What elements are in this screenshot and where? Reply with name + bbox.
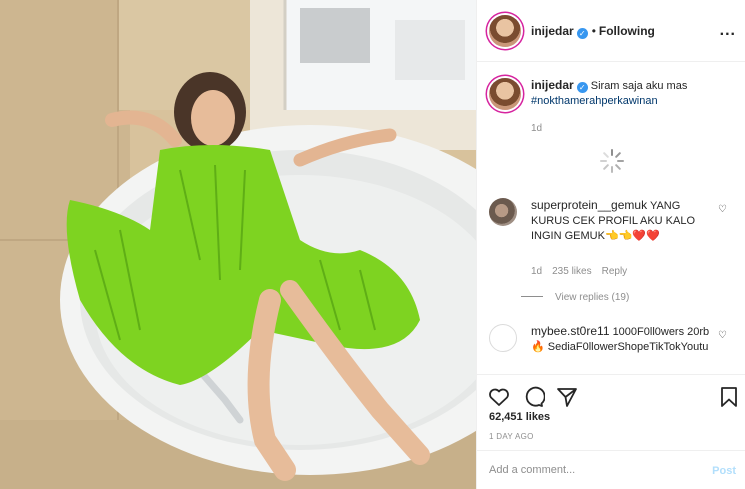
author-avatar[interactable]	[489, 15, 521, 47]
comment-item: superprotein__gemuk YANG KURUS CEK PROFI…	[487, 196, 727, 308]
commenter-avatar[interactable]	[489, 198, 517, 226]
likes-count[interactable]: 62,451 likes	[489, 411, 550, 423]
post-header: inijedar ✓ • Following ...	[477, 0, 745, 62]
comment-age: 1d	[531, 266, 543, 277]
comment-meta: 1d 235 likes Reply	[531, 266, 637, 277]
comment-like-heart-icon[interactable]: ♡	[718, 204, 727, 215]
caption-text-block: inijedar ✓ Siram saja aku mas #nokthamera…	[531, 78, 721, 109]
author-line: inijedar ✓ • Following	[531, 24, 655, 39]
separator-dot: •	[591, 24, 596, 38]
comments-list[interactable]: inijedar ✓ Siram saja aku mas #nokthamera…	[477, 62, 745, 374]
verified-badge-icon: ✓	[576, 82, 588, 93]
commenter-avatar[interactable]	[489, 324, 517, 352]
comment-text-block: mybee.st0re11 1000F0ll0wers 20rb🔥 SediaF…	[531, 324, 721, 355]
caption-username[interactable]: inijedar	[531, 78, 574, 92]
comment-text-block: superprotein__gemuk YANG KURUS CEK PROFI…	[531, 198, 721, 244]
caption-age: 1d	[531, 123, 543, 134]
verified-badge-icon: ✓	[576, 28, 588, 39]
view-replies-label: View replies (19)	[555, 292, 630, 303]
following-button[interactable]: Following	[599, 24, 655, 38]
bookmark-icon[interactable]	[717, 385, 741, 409]
add-comment-bar: Post	[477, 450, 745, 489]
view-replies-line	[521, 296, 543, 297]
more-options-icon[interactable]: ...	[720, 22, 736, 40]
comment-input[interactable]	[489, 461, 689, 479]
caption-avatar[interactable]	[489, 78, 521, 110]
photo-illustration	[0, 0, 476, 489]
post-timestamp: 1 DAY AGO	[489, 432, 534, 441]
view-replies-button[interactable]: View replies (19)	[521, 292, 629, 303]
post-side-panel: inijedar ✓ • Following ... inijedar ✓ Siram …	[476, 0, 745, 489]
comment-likes[interactable]: 235 likes	[552, 266, 591, 277]
comment-reply-button[interactable]: Reply	[602, 266, 628, 277]
heart-icon[interactable]	[487, 385, 511, 409]
comment-icon[interactable]	[521, 385, 545, 409]
post-button[interactable]: Post	[712, 465, 736, 477]
post-actions: 62,451 likes 1 DAY AGO	[477, 374, 745, 448]
comment-item: mybee.st0re11 1000F0ll0wers 20rb🔥 SediaF…	[487, 322, 727, 374]
caption: inijedar ✓ Siram saja aku mas #nokthamera…	[487, 76, 727, 156]
commenter-username[interactable]: superprotein__gemuk	[531, 198, 647, 212]
caption-text: Siram saja aku mas	[590, 80, 688, 92]
share-icon[interactable]	[555, 385, 579, 409]
author-username[interactable]: inijedar	[531, 24, 574, 38]
comment-like-heart-icon[interactable]: ♡	[718, 330, 727, 341]
post-photo[interactable]	[0, 0, 476, 489]
caption-hashtag[interactable]: #nokthamerahperkawinan	[531, 95, 658, 107]
loading-spinner-icon	[600, 149, 624, 173]
commenter-username[interactable]: mybee.st0re11	[531, 324, 610, 338]
